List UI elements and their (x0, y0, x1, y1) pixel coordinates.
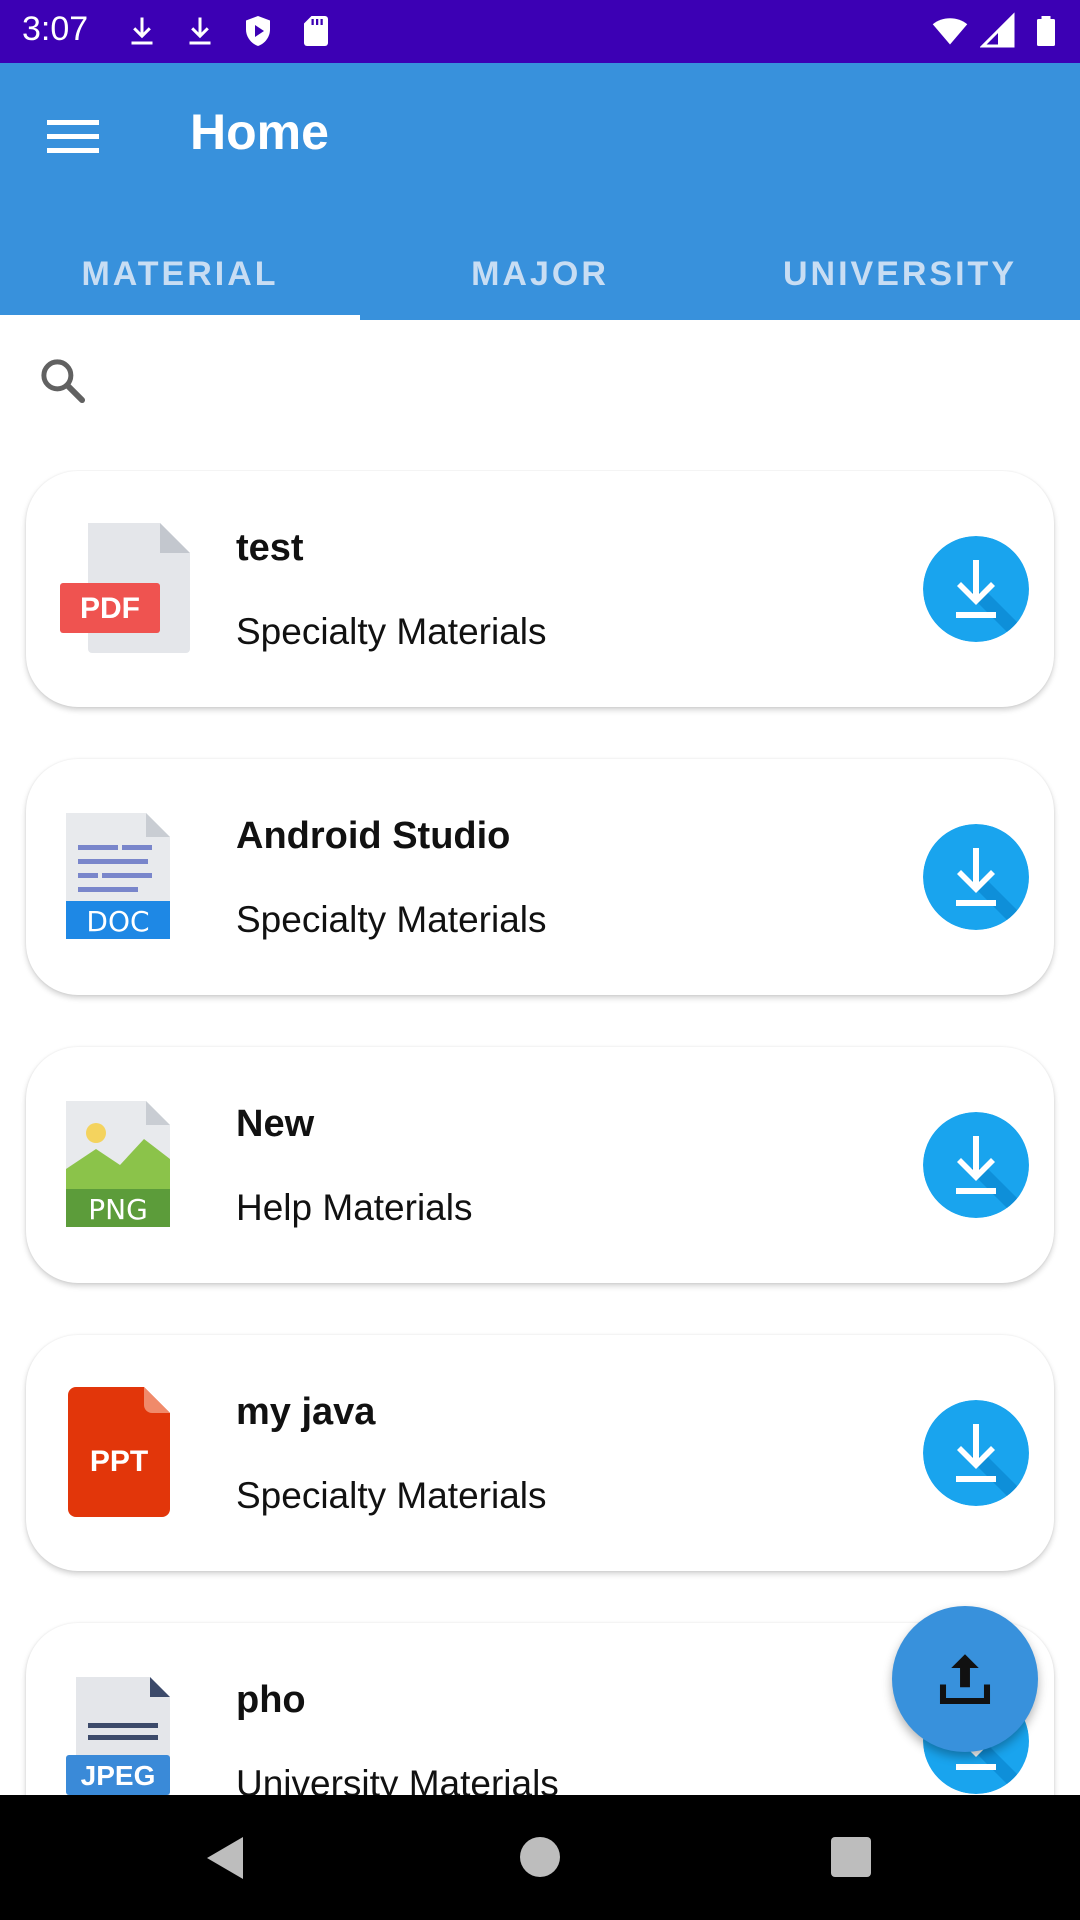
battery-icon (1037, 16, 1055, 46)
recents-icon[interactable] (831, 1837, 871, 1877)
status-bar: 3:07 (0, 0, 1080, 63)
pdf-file-icon: PDF (60, 523, 190, 653)
ppt-file-icon: PPT (68, 1387, 170, 1517)
png-file-icon: PNG (66, 1101, 170, 1227)
sd-card-icon (304, 16, 328, 46)
tab-bar: MATERIAL MAJOR UNIVERSITY (0, 233, 1080, 320)
upload-fab[interactable] (892, 1606, 1038, 1752)
status-right-icons (932, 12, 1064, 50)
jpeg-file-icon: JPEG (66, 1677, 170, 1795)
back-icon[interactable] (205, 1835, 245, 1881)
item-subtitle: Specialty Materials (236, 611, 547, 652)
svg-text:PDF: PDF (80, 592, 140, 625)
tab-university[interactable]: UNIVERSITY (720, 233, 1080, 320)
item-title: test (236, 527, 304, 569)
list-item[interactable]: PDF test Specialty Materials (26, 471, 1054, 707)
doc-file-icon: DOC (66, 813, 170, 939)
menu-icon (47, 120, 99, 153)
signal-icon (980, 12, 1015, 48)
item-subtitle: University Materials (236, 1763, 559, 1795)
item-title: pho (236, 1679, 306, 1721)
item-title: Android Studio (236, 815, 511, 857)
download-button[interactable] (923, 824, 1029, 930)
status-left-icons (124, 12, 334, 50)
download-icon (131, 17, 153, 45)
tab-material[interactable]: MATERIAL (0, 233, 360, 320)
tab-label: MATERIAL (81, 255, 279, 293)
tab-label: UNIVERSITY (782, 255, 1018, 293)
download-icon (189, 17, 211, 45)
shield-icon (246, 16, 270, 46)
download-button[interactable] (923, 1400, 1029, 1506)
menu-button[interactable] (36, 99, 110, 173)
item-title: my java (236, 1391, 376, 1433)
app-bar: Home MATERIAL MAJOR UNIVERSITY (0, 63, 1080, 320)
status-time: 3:07 (22, 10, 89, 48)
list-item[interactable]: PPT my java Specialty Materials (26, 1335, 1054, 1571)
svg-text:JPEG: JPEG (81, 1760, 156, 1791)
search-bar (0, 320, 1080, 450)
upload-icon (939, 1654, 991, 1705)
item-subtitle: Help Materials (236, 1187, 473, 1228)
svg-text:PPT: PPT (90, 1445, 148, 1478)
system-nav-bar (0, 1795, 1080, 1920)
tab-major[interactable]: MAJOR (360, 233, 720, 320)
search-input[interactable] (110, 350, 1010, 410)
search-icon[interactable] (36, 354, 90, 408)
svg-text:PNG: PNG (88, 1193, 148, 1226)
item-title: New (236, 1103, 315, 1145)
wifi-icon (932, 18, 968, 45)
tab-label: MAJOR (471, 255, 609, 293)
item-subtitle: Specialty Materials (236, 1475, 547, 1516)
download-button[interactable] (923, 1112, 1029, 1218)
material-list: PDF test Specialty Materials DOC Android… (0, 470, 1080, 1795)
page-title: Home (190, 104, 329, 160)
svg-text:DOC: DOC (86, 905, 149, 938)
list-item[interactable]: DOC Android Studio Specialty Materials (26, 759, 1054, 995)
home-icon[interactable] (520, 1837, 560, 1877)
download-button[interactable] (923, 536, 1029, 642)
list-item[interactable]: PNG New Help Materials (26, 1047, 1054, 1283)
item-subtitle: Specialty Materials (236, 899, 547, 940)
